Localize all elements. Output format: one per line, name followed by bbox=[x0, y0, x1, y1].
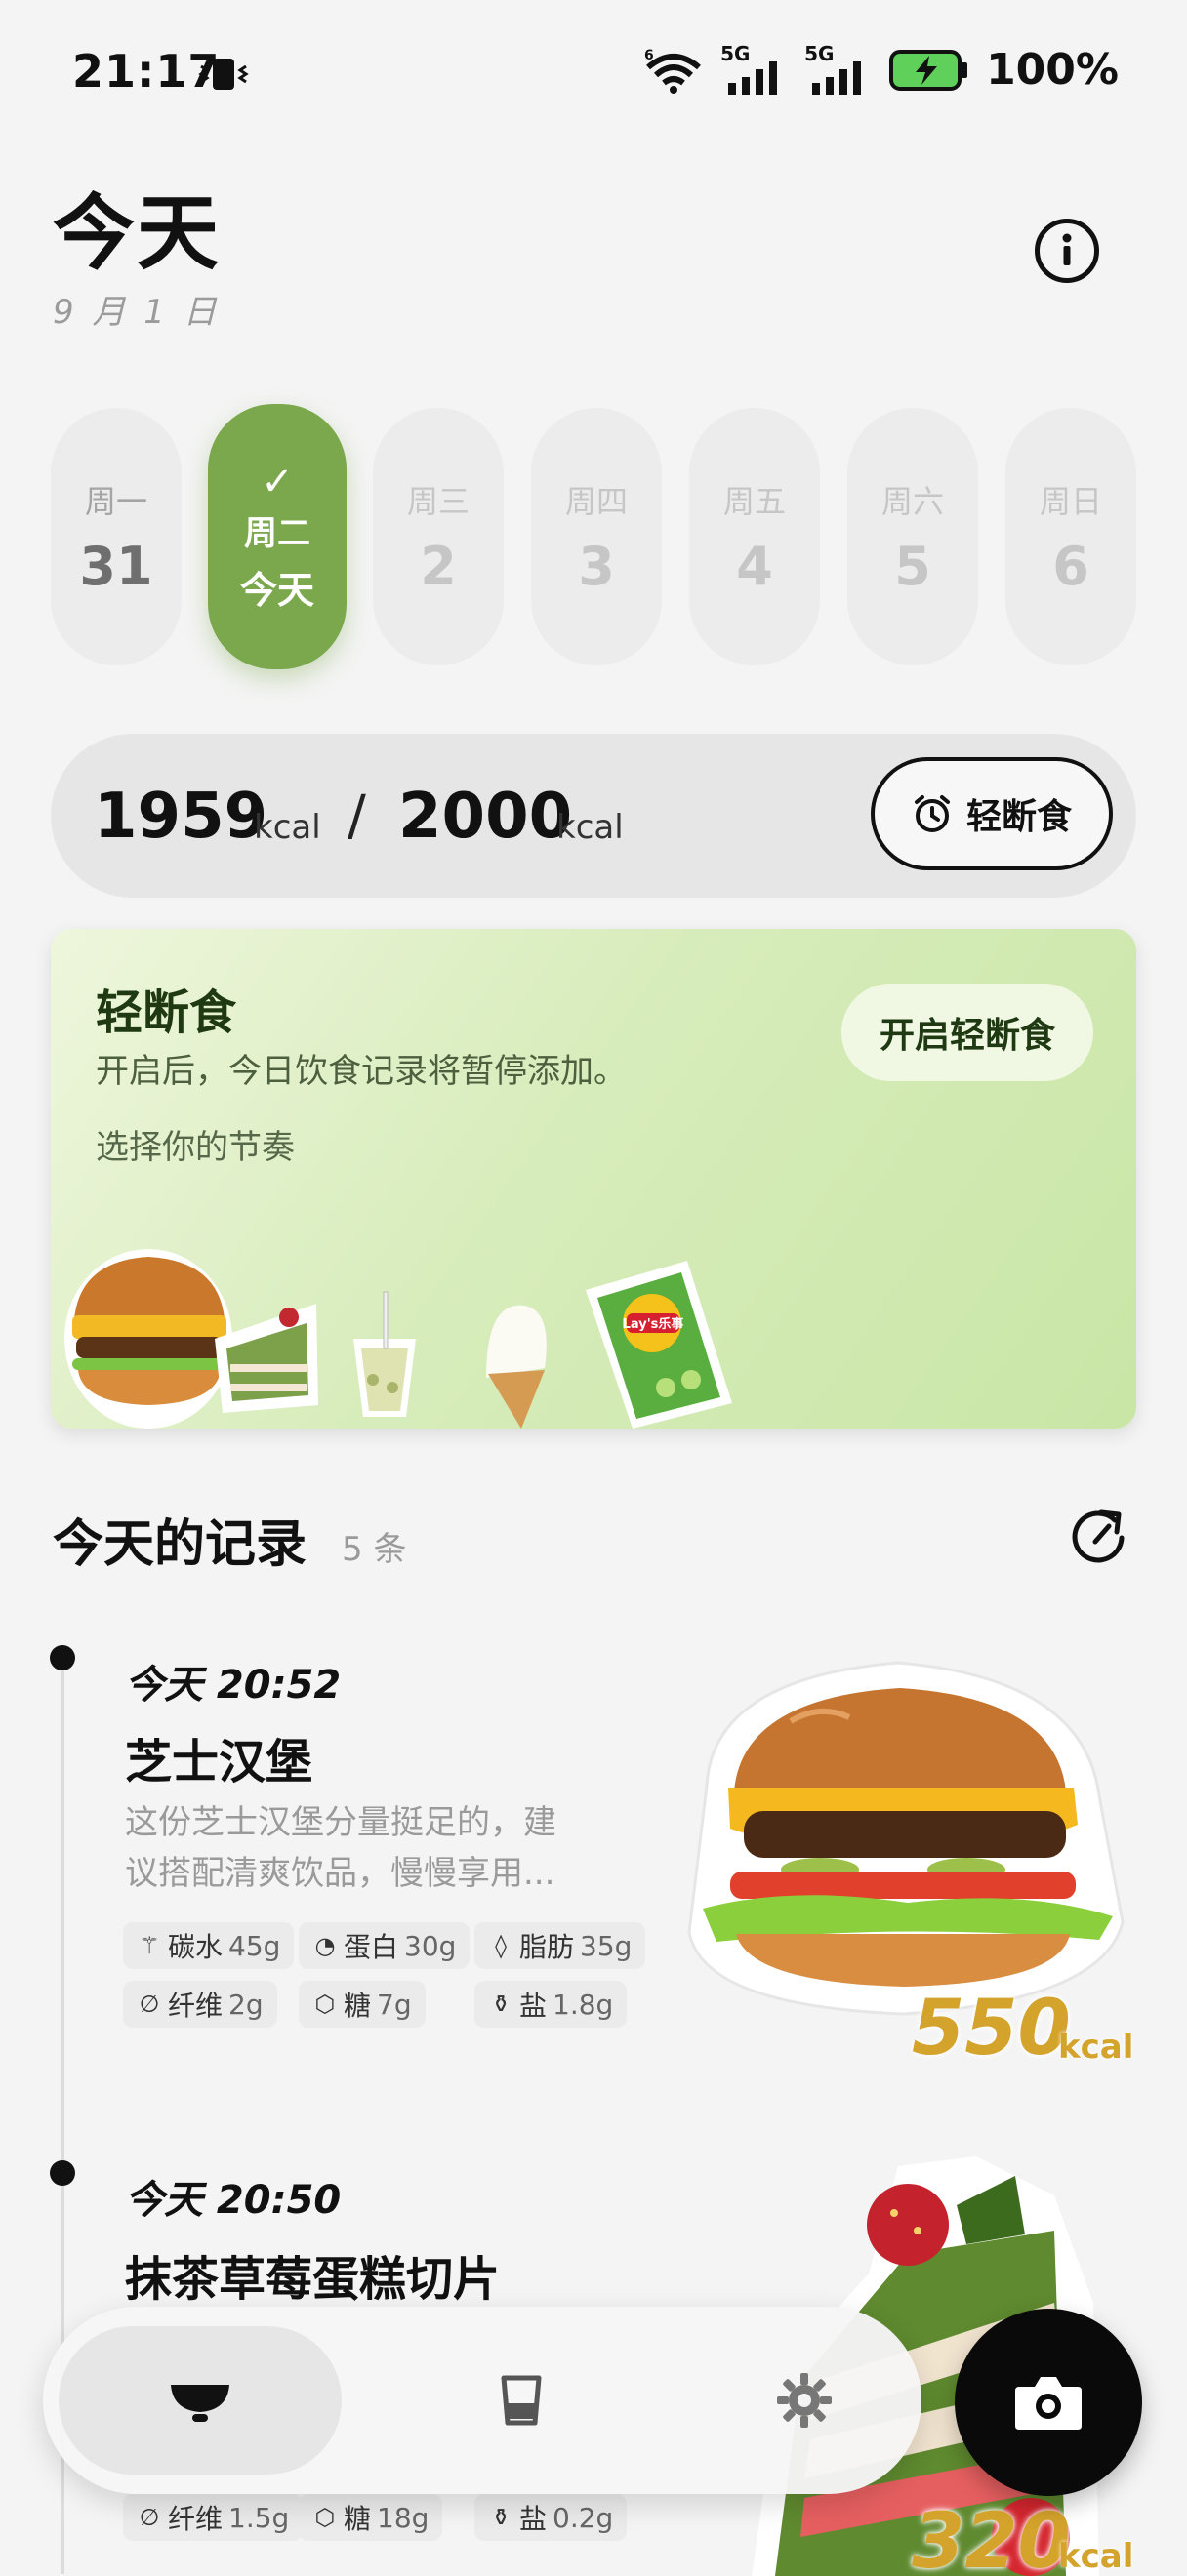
day-weekday: 周日 bbox=[1039, 482, 1102, 520]
nav-tab-water[interactable] bbox=[424, 2326, 619, 2475]
fasting-button-label: 轻断食 bbox=[965, 797, 1072, 837]
wheat-icon: ⚚ bbox=[139, 1932, 160, 1959]
calories-consumed-unit: kcal bbox=[254, 808, 321, 847]
day-number: 5 bbox=[894, 535, 931, 597]
status-bar: 21:17 6 5G 5G 100% bbox=[0, 0, 1187, 146]
fasting-button[interactable]: 轻断食 bbox=[871, 757, 1113, 870]
gear-icon bbox=[777, 2373, 832, 2428]
day-number: 2 bbox=[420, 535, 457, 597]
day-number: 3 bbox=[578, 535, 615, 597]
chips-bag-sticker: Lay's乐事 bbox=[586, 1261, 732, 1429]
day-weekday: 周三 bbox=[406, 482, 470, 520]
salt-shaker-icon: ⚱ bbox=[490, 1991, 512, 2018]
leaf-icon: ∅ bbox=[139, 2504, 160, 2531]
meal-name: 芝士汉堡 bbox=[125, 1735, 313, 1790]
fasting-card: 轻断食 开启后，今日饮食记录将暂停添加。 选择你的节奏 开启轻断食 Lay's乐… bbox=[51, 929, 1136, 1429]
day-weekday: 周六 bbox=[880, 482, 944, 520]
day-pill-tue-today[interactable]: ✓ 周二 今天 bbox=[208, 404, 347, 669]
meal-description-line-1: 这份芝士汉堡分量挺足的，建 bbox=[125, 1803, 556, 1842]
timeline-dot bbox=[50, 1645, 75, 1670]
salt-shaker-icon: ⚱ bbox=[490, 2504, 512, 2531]
signal-5g-2-icon: 5G bbox=[804, 42, 873, 95]
nutrient-fiber: ∅ 纤维 1.5g bbox=[123, 2494, 304, 2541]
bowl-icon bbox=[171, 2385, 229, 2422]
day-pill-sat[interactable]: 周六 5 bbox=[847, 408, 978, 665]
meal-time: 今天 20:52 bbox=[125, 1663, 342, 1708]
alarm-clock-icon bbox=[914, 795, 950, 832]
bottom-nav bbox=[43, 2307, 921, 2494]
calories-goal: 2000 bbox=[398, 781, 573, 853]
day-pill-wed[interactable]: 周三 2 bbox=[373, 408, 504, 665]
chips-brand: Lay's乐事 bbox=[623, 1316, 684, 1332]
day-pill-sun[interactable]: 周日 6 bbox=[1005, 408, 1136, 665]
page-date: 9 月 1 日 bbox=[53, 293, 221, 332]
meal-time: 今天 20:50 bbox=[125, 2178, 342, 2223]
nutrient-sugar: ⬡ 糖 18g bbox=[299, 2494, 443, 2541]
nutrient-fat: ◊ 脂肪 35g bbox=[474, 1922, 646, 1969]
burger-sticker bbox=[64, 1249, 232, 1429]
vibrate-icon bbox=[198, 59, 249, 90]
calories-goal-unit: kcal bbox=[556, 808, 624, 847]
cube-icon: ⬡ bbox=[314, 1991, 336, 2018]
day-pill-fri[interactable]: 周五 4 bbox=[689, 408, 820, 665]
day-number: 6 bbox=[1052, 535, 1089, 597]
records-count: 5 条 bbox=[342, 1530, 407, 1569]
day-weekday: 周五 bbox=[722, 482, 786, 520]
nutrient-protein: ◔ 蛋白 30g bbox=[299, 1922, 471, 1969]
camera-button[interactable] bbox=[955, 2309, 1142, 2496]
day-number: 4 bbox=[736, 535, 773, 597]
day-number: 今天 bbox=[239, 569, 314, 612]
info-icon bbox=[1062, 233, 1072, 265]
info-button[interactable] bbox=[1035, 219, 1099, 283]
timeline-dot bbox=[50, 2160, 75, 2186]
cup-icon bbox=[501, 2375, 542, 2426]
day-pill-thu[interactable]: 周四 3 bbox=[531, 408, 662, 665]
nutrient-salt: ⚱ 盐 1.8g bbox=[474, 1981, 628, 2028]
day-weekday: 周一 bbox=[84, 482, 147, 520]
calories-separator: / bbox=[348, 785, 366, 848]
wifi-icon: 6 bbox=[644, 48, 701, 94]
meal-kcal: 550 bbox=[912, 1985, 1071, 2073]
burger-photo bbox=[687, 1661, 1125, 2016]
protein-icon: ◔ bbox=[314, 1932, 336, 1959]
nutrient-salt: ⚱ 盐 0.2g bbox=[474, 2494, 628, 2541]
nav-tab-food[interactable] bbox=[59, 2326, 342, 2475]
nutrient-sugar: ⬡ 糖 7g bbox=[299, 1981, 426, 2028]
records-title: 今天的记录 bbox=[53, 1515, 307, 1574]
day-number: 31 bbox=[79, 535, 153, 597]
meal-description-line-2: 议搭配清爽饮品，慢慢享用... bbox=[125, 1854, 555, 1893]
drink-sticker bbox=[353, 1291, 416, 1417]
calorie-summary: 1959 kcal / 2000 kcal 轻断食 bbox=[51, 734, 1136, 898]
signal-5g-1-icon: 5G bbox=[720, 42, 789, 95]
battery-charging-icon bbox=[889, 49, 968, 91]
day-weekday: 周二 bbox=[244, 514, 310, 553]
food-stickers: Lay's乐事 bbox=[64, 1249, 732, 1429]
battery-percent: 100% bbox=[986, 45, 1119, 95]
meal-kcal: 320 bbox=[912, 2498, 1071, 2576]
refresh-icon[interactable] bbox=[1066, 1503, 1130, 1567]
status-icons: 6 5G 5G 100% bbox=[642, 42, 1119, 96]
nav-tab-settings[interactable] bbox=[707, 2326, 902, 2475]
drop-icon: ◊ bbox=[495, 1932, 507, 1959]
checkmark-icon: ✓ bbox=[261, 460, 294, 504]
ice-cream-sticker bbox=[486, 1305, 547, 1429]
meal-kcal-unit: kcal bbox=[1058, 2537, 1134, 2576]
day-pill-mon[interactable]: 周一 31 bbox=[51, 408, 182, 665]
calories-consumed: 1959 bbox=[94, 781, 268, 853]
page-title: 今天 bbox=[53, 185, 222, 281]
camera-icon bbox=[1015, 2377, 1082, 2430]
day-weekday: 周四 bbox=[564, 482, 628, 520]
week-selector: 周一 31 ✓ 周二 今天 周三 2 周四 3 周五 4 周六 5 周日 6 bbox=[51, 404, 1136, 669]
nutrient-fiber: ∅ 纤维 2g bbox=[123, 1981, 277, 2028]
meal-kcal-unit: kcal bbox=[1058, 2028, 1134, 2067]
nutrient-carbs: ⚚ 碳水 45g bbox=[123, 1922, 295, 1969]
meal-name: 抹茶草莓蛋糕切片 bbox=[125, 2252, 501, 2307]
cube-icon: ⬡ bbox=[314, 2504, 336, 2531]
leaf-icon: ∅ bbox=[139, 1991, 160, 2018]
